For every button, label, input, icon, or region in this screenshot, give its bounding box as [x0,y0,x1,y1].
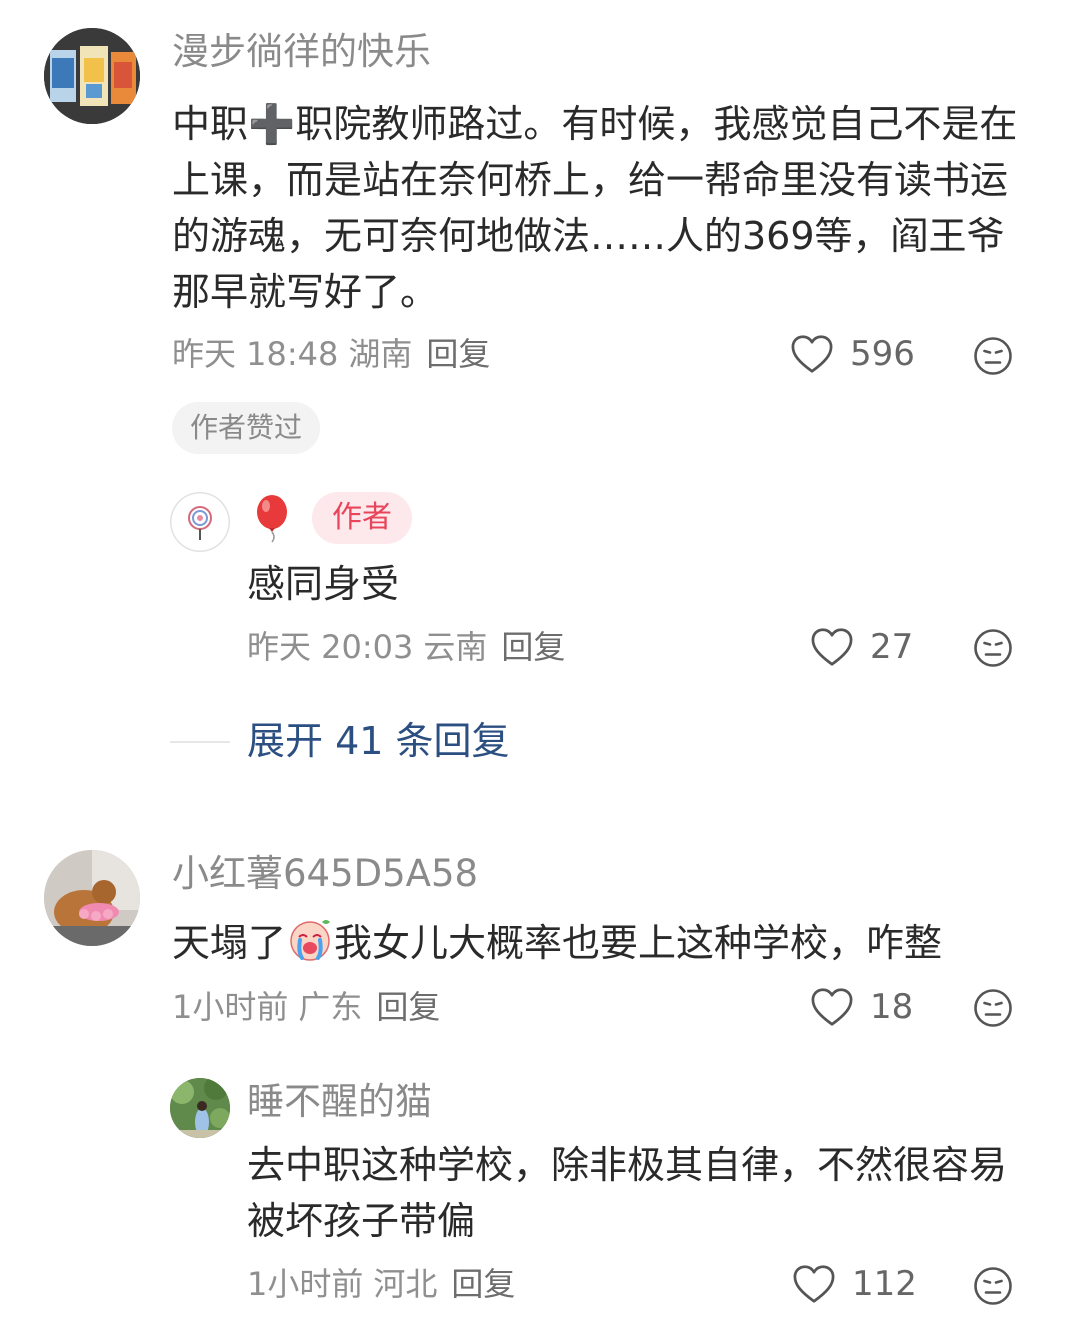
reply-button[interactable]: 回复 [451,1265,515,1303]
reply-button[interactable]: 回复 [501,628,565,666]
comment-text: 中职➕职院教师路过。有时候，我感觉自己不是在上课，而是站在奈何桥上，给一帮命里没… [172,102,1018,314]
avatar[interactable] [170,492,230,552]
heart-icon [792,1264,836,1304]
comment-text-part: 天塌了 [172,921,287,965]
avatar[interactable] [44,850,140,946]
comment-text-part: 我女儿大概率也要上这种学校，咋整 [334,921,943,965]
reply-text: 感同身受 [247,562,400,606]
tarot-cards-avatar-image [44,28,140,124]
balloon-username[interactable]: 🎈 [250,494,294,544]
garden-avatar-image [170,1078,230,1138]
comment-meta: 1小时前 广东 回复 [172,987,440,1027]
emoji-reaction-icon[interactable] [973,1266,1013,1306]
comment-meta: 昨天 18:48 湖南 回复 [172,334,490,374]
like-button[interactable]: 112 [792,1264,917,1304]
reply-location: 云南 [423,628,488,666]
comment-location: 湖南 [348,335,413,373]
emoji-reaction-icon[interactable] [973,628,1013,668]
expand-replies-button[interactable]: 展开 41 条回复 [247,718,510,764]
comment-time: 1小时前 [172,988,289,1026]
like-count: 18 [870,987,914,1027]
like-button[interactable]: 596 [790,334,915,374]
like-count: 596 [850,334,915,374]
comment-username[interactable]: 漫步徜徉的快乐 [172,30,431,74]
avatar[interactable] [170,1078,230,1138]
crying-emoji-icon [290,920,331,961]
comment-text: 天塌了 我女儿大概率也要上这种学校，咋整 [172,915,942,971]
like-button[interactable]: 18 [810,987,913,1027]
avatar[interactable] [44,28,140,124]
reply-button[interactable]: 回复 [376,988,440,1026]
heart-icon [810,627,854,667]
comment-username[interactable]: 小红薯645D5A58 [172,852,478,896]
comment-time: 昨天 18:48 [172,335,339,373]
emoji-reaction-icon[interactable] [973,336,1013,376]
reply-meta: 1小时前 河北 回复 [247,1264,515,1304]
heart-icon [790,334,834,374]
comment-location: 广东 [298,988,363,1026]
reply-text: 去中职这种学校，除非极其自律，不然很容易被坏孩子带偏 [247,1143,1008,1243]
balloon-icon [257,495,287,543]
reply-button[interactable]: 回复 [426,335,490,373]
capybara-avatar-image [44,850,140,946]
author-liked-badge: 作者赞过 [172,402,321,454]
reply-username[interactable]: 睡不醒的猫 [247,1080,432,1124]
author-tag: 作者 [312,492,412,544]
like-count: 27 [870,627,914,667]
reply-time: 昨天 20:03 [247,628,414,666]
reply-meta: 昨天 20:03 云南 回复 [247,627,565,667]
reply-time: 1小时前 [247,1265,364,1303]
expand-divider [170,741,230,743]
lollipop-avatar-image [188,506,212,540]
like-button[interactable]: 27 [810,627,913,667]
heart-icon [810,987,854,1027]
emoji-reaction-icon[interactable] [973,988,1013,1028]
like-count: 112 [852,1264,917,1304]
reply-location: 河北 [373,1265,438,1303]
